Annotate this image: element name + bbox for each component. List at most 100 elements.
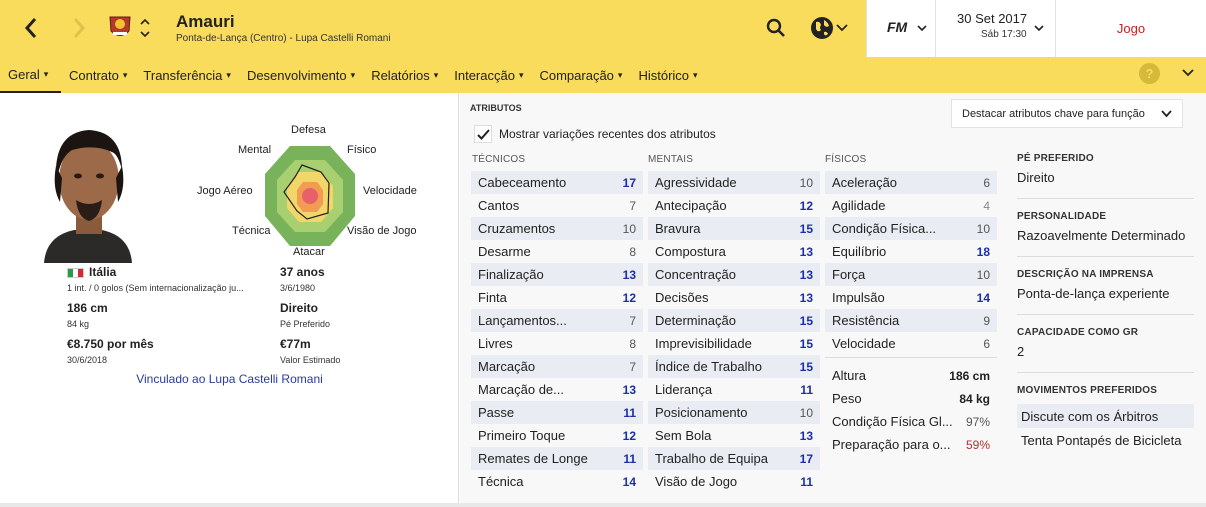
attribute-row[interactable]: Índice de Trabalho 15 [648,355,820,378]
preferred-foot: Direito [280,301,319,315]
chevron-down-icon[interactable] [835,20,849,36]
attribute-row[interactable]: Compostura 13 [648,240,820,263]
attribute-row[interactable]: Condição Física... 10 [825,217,997,240]
attribute-value: 7 [629,198,636,213]
attribute-name: Altura [832,368,866,383]
attribute-row[interactable]: Condição Física Gl... 97% [825,410,997,433]
attribute-row[interactable]: Antecipação 12 [648,194,820,217]
show-changes-checkbox[interactable] [474,125,492,143]
attribute-row[interactable]: Resistência 9 [825,309,997,332]
attribute-name: Antecipação [655,198,727,213]
fm-menu-area[interactable]: FM [866,0,935,57]
continue-button[interactable]: Jogo [1055,0,1206,57]
attribute-value: 14 [622,474,636,489]
attribute-row[interactable]: Finta 12 [471,286,643,309]
preferred-move-item[interactable]: Discute com os Árbitros [1017,404,1194,428]
forward-arrow-icon[interactable] [66,14,92,42]
chevron-down-icon: ▾ [518,69,524,80]
attribute-value: 17 [799,451,813,466]
attribute-name: Peso [832,391,862,406]
tab-relatorios[interactable]: Relatórios ▾ [363,57,446,93]
estimated-value-label: Valor Estimado [280,355,341,365]
attribute-row[interactable]: Desarme 8 [471,240,643,263]
attribute-row[interactable]: Marcação 7 [471,355,643,378]
attribute-row[interactable]: Remates de Longe 11 [471,447,643,470]
attribute-row[interactable]: Determinação 15 [648,309,820,332]
physical-attributes: Aceleração 6 Agilidade 4 Condição Física... 1… [825,171,997,355]
attribute-row[interactable]: Imprevisibilidade 15 [648,332,820,355]
attribute-row[interactable]: Sem Bola 13 [648,424,820,447]
attribute-row[interactable]: Força 10 [825,263,997,286]
attribute-name: Equilíbrio [832,244,887,259]
tab-comparacao[interactable]: Comparação ▾ [531,57,630,93]
attribute-row[interactable]: Impulsão 14 [825,286,997,309]
tab-desenvolvimento[interactable]: Desenvolvimento ▾ [239,57,363,93]
attribute-row[interactable]: Equilíbrio 18 [825,240,997,263]
attribute-row[interactable]: Velocidade 6 [825,332,997,355]
attribute-row[interactable]: Bravura 15 [648,217,820,240]
personality-block: PERSONALIDADE Razoavelmente Determinado [1017,210,1194,257]
date-area[interactable]: 30 Set 2017 Sáb 17:30 [935,0,1055,57]
fm-logo: FM [887,19,908,35]
attribute-value: 15 [799,313,813,328]
attribute-row[interactable]: Visão de Jogo 11 [648,470,820,493]
expand-chevron-icon[interactable] [1180,66,1196,80]
club-link[interactable]: Vinculado ao Lupa Castelli Romani [0,372,459,386]
current-day-time: Sáb 17:30 [981,29,1027,40]
attribute-value: 15 [799,359,813,374]
attribute-value: 17 [622,175,636,190]
attribute-row[interactable]: Altura 186 cm [825,364,997,387]
attribute-row[interactable]: Finalização 13 [471,263,643,286]
show-changes-label[interactable]: Mostrar variações recentes dos atributos [499,127,716,141]
attribute-row[interactable]: Livres 8 [471,332,643,355]
attribute-name: Agressividade [655,175,737,190]
attribute-value: 10 [622,221,636,236]
attribute-row[interactable]: Preparação para o... 59% [825,433,997,456]
attribute-name: Lançamentos... [478,313,567,328]
tab-transferencia[interactable]: Transferência ▾ [135,57,239,93]
search-icon[interactable] [763,15,789,41]
radar-label-fisico: Físico [347,144,377,156]
attribute-row[interactable]: Peso 84 kg [825,387,997,410]
player-subtitle[interactable]: Ponta-de-Lança (Centro) - Lupa Castelli … [176,33,391,44]
highlight-role-dropdown[interactable]: Destacar atributos chave para função [951,99,1183,128]
attribute-row[interactable]: Primeiro Toque 12 [471,424,643,447]
attribute-row[interactable]: Lançamentos... 7 [471,309,643,332]
tab-contrato[interactable]: Contrato ▾ [61,57,135,93]
attribute-name: Velocidade [832,336,896,351]
info-foot-value: Direito [1017,170,1055,185]
attribute-row[interactable]: Técnica 14 [471,470,643,493]
tab-historico[interactable]: Histórico ▾ [630,57,705,93]
attribute-row[interactable]: Cantos 7 [471,194,643,217]
attribute-row[interactable]: Decisões 13 [648,286,820,309]
attribute-value: 13 [799,290,813,305]
tab-interaccao[interactable]: Interacção ▾ [446,57,531,93]
attribute-row[interactable]: Posicionamento 10 [648,401,820,424]
help-icon[interactable]: ? [1139,63,1160,84]
attribute-row[interactable]: Marcação de... 13 [471,378,643,401]
attribute-name: Impulsão [832,290,885,305]
attribute-name: Concentração [655,267,736,282]
attribute-name: Posicionamento [655,405,748,420]
attribute-row[interactable]: Cruzamentos 10 [471,217,643,240]
attribute-row[interactable]: Liderança 11 [648,378,820,401]
preferred-move-item[interactable]: Tenta Pontapés de Bicicleta [1017,428,1194,452]
tab-geral[interactable]: Geral ▾ [0,57,61,93]
back-arrow-icon[interactable] [18,14,44,42]
tab-label: Geral [8,66,40,82]
attribute-row[interactable]: Trabalho de Equipa 17 [648,447,820,470]
attribute-row[interactable]: Passe 11 [471,401,643,424]
attribute-row[interactable]: Agilidade 4 [825,194,997,217]
attribute-name: Trabalho de Equipa [655,451,768,466]
attribute-row[interactable]: Aceleração 6 [825,171,997,194]
nationality[interactable]: Itália [89,265,116,279]
club-crest-icon[interactable] [106,12,134,42]
attribute-name: Imprevisibilidade [655,336,752,351]
attribute-row[interactable]: Agressividade 10 [648,171,820,194]
technical-heading: TÉCNICOS [472,154,526,165]
player-switch-chevrons-icon[interactable] [136,14,154,42]
globe-icon[interactable] [808,14,836,42]
attribute-row[interactable]: Cabeceamento 17 [471,171,643,194]
attribute-row[interactable]: Concentração 13 [648,263,820,286]
nav-tabs: Geral ▾ Contrato ▾ Transferência ▾ Desenvol… [0,57,706,93]
